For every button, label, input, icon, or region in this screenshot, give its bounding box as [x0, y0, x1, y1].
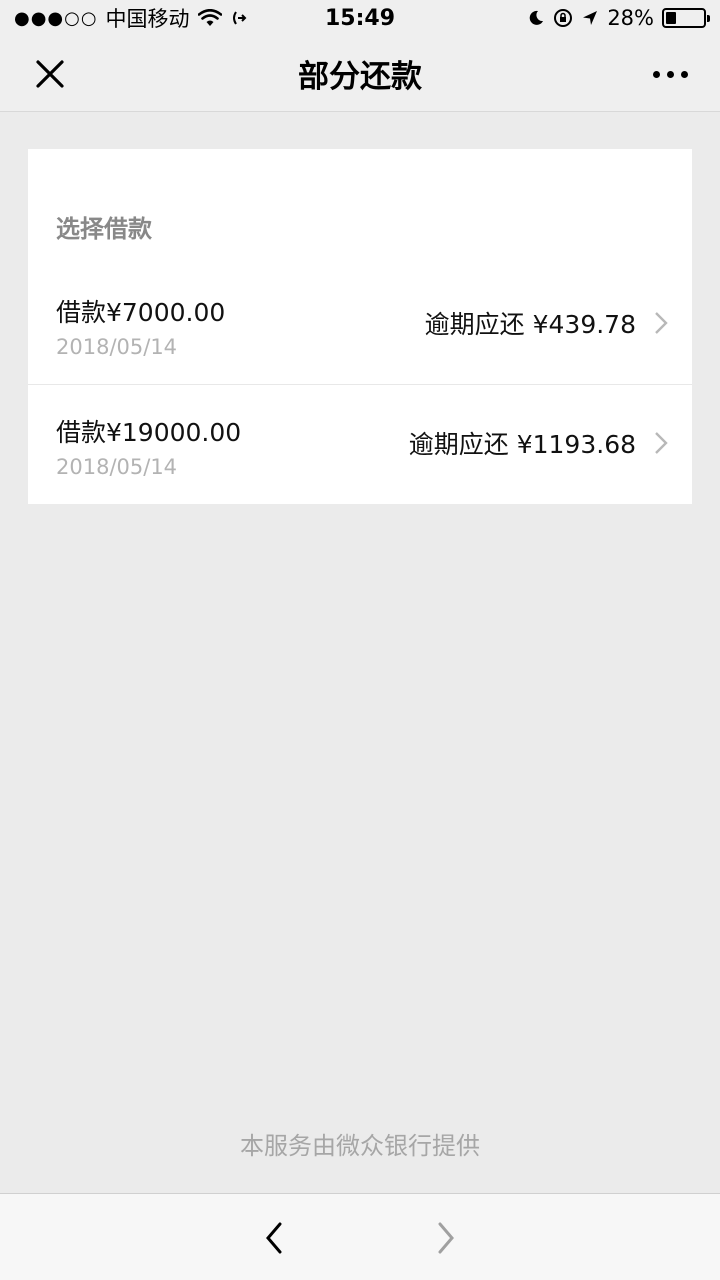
- more-dot-icon: [652, 70, 660, 78]
- status-bar: ●●●○○ 中国移动 15:49 28%: [0, 0, 720, 36]
- chevron-right-icon: [655, 432, 668, 454]
- signal-strength-icon: ●●●○○: [14, 7, 98, 29]
- close-button[interactable]: [28, 54, 72, 94]
- battery-percent: 28%: [607, 6, 654, 30]
- loan-date: 2018/05/14: [56, 335, 178, 359]
- chevron-left-icon: [266, 1222, 282, 1254]
- location-arrow-icon: [583, 11, 598, 25]
- status-left: ●●●○○ 中国移动: [14, 3, 248, 33]
- chevron-right-icon: [438, 1222, 454, 1254]
- back-button[interactable]: [258, 1218, 290, 1258]
- loan-row[interactable]: 借款¥7000.00 2018/05/14 逾期应还 ¥439.78: [28, 265, 692, 385]
- bottom-toolbar: [0, 1193, 720, 1280]
- loan-overdue-amount: 逾期应还 ¥439.78: [424, 310, 636, 339]
- loan-date: 2018/05/14: [56, 455, 178, 479]
- more-dot-icon: [666, 70, 674, 78]
- service-provider-note: 本服务由微众银行提供: [240, 1132, 480, 1160]
- loan-amount: 借款¥19000.00: [56, 418, 242, 447]
- battery-level-fill: [666, 12, 677, 24]
- close-icon: [36, 60, 64, 88]
- more-dot-icon: [680, 70, 688, 78]
- carrier-label: 中国移动: [105, 7, 190, 31]
- loan-selection-card: 选择借款 借款¥7000.00 2018/05/14 逾期应还 ¥439.78 …: [28, 149, 692, 504]
- section-title: 选择借款: [56, 215, 152, 243]
- chevron-right-icon: [655, 312, 668, 334]
- loan-amount: 借款¥7000.00: [56, 298, 226, 327]
- loan-overdue-amount: 逾期应还 ¥1193.68: [408, 430, 636, 459]
- loan-row[interactable]: 借款¥19000.00 2018/05/14 逾期应还 ¥1193.68: [28, 385, 692, 505]
- call-forward-icon: [232, 11, 246, 25]
- navigation-bar: 部分还款: [0, 36, 720, 112]
- do-not-disturb-moon-icon: [530, 10, 544, 25]
- forward-button[interactable]: [430, 1218, 462, 1258]
- rotation-lock-icon: [554, 9, 573, 27]
- wifi-icon: [197, 9, 222, 26]
- more-options-button[interactable]: [648, 54, 692, 94]
- battery-icon: [662, 8, 710, 28]
- page-title: 部分还款: [298, 59, 422, 95]
- status-right: 28%: [527, 6, 710, 30]
